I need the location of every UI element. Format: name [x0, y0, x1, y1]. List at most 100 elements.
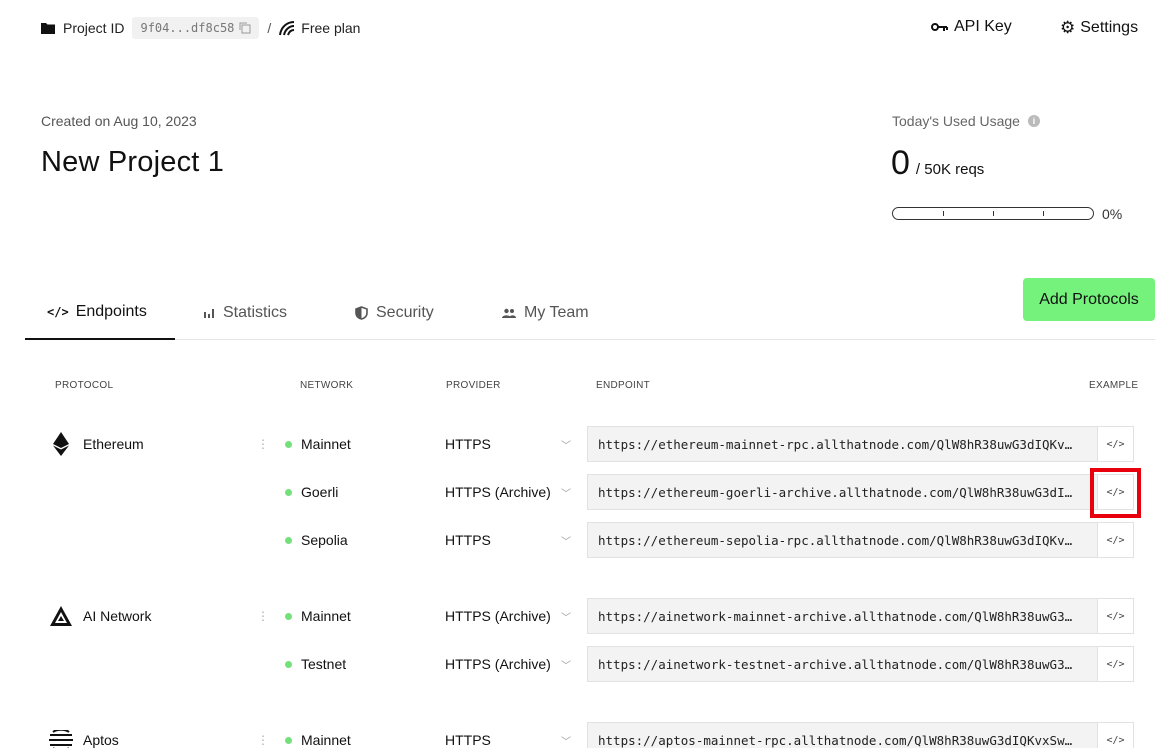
- usage-label-text: Today's Used Usage: [892, 113, 1020, 129]
- column-header-endpoint: ENDPOINT: [596, 380, 651, 391]
- tab-security[interactable]: Security: [355, 286, 434, 340]
- usage-label: Today's Used Usage i: [892, 113, 1040, 129]
- settings-button[interactable]: ⚙ Settings: [1060, 18, 1138, 38]
- network-cell: Mainnet: [285, 598, 351, 634]
- usage-progress-bar: [892, 207, 1094, 220]
- more-options-icon[interactable]: ⋮: [257, 722, 269, 748]
- protocol-cell: AI Network: [48, 598, 151, 634]
- network-cell: Mainnet: [285, 426, 351, 462]
- status-dot: [285, 440, 292, 448]
- more-options-icon[interactable]: ⋮: [257, 426, 269, 462]
- status-dot: [285, 736, 292, 744]
- provider-select[interactable]: HTTPS ﹀: [445, 426, 575, 462]
- tab-label: Security: [376, 304, 434, 321]
- chevron-down-icon: ﹀: [561, 536, 571, 548]
- progress-tick: [993, 211, 994, 216]
- gear-icon: ⚙: [1060, 18, 1076, 37]
- column-header-provider: PROVIDER: [446, 380, 501, 391]
- chevron-down-icon: ﹀: [561, 736, 571, 748]
- tab-label: My Team: [524, 304, 589, 321]
- status-dot: [285, 660, 292, 668]
- column-header-example: EXAMPLE: [1089, 380, 1139, 391]
- network-name: Mainnet: [301, 608, 351, 624]
- settings-label: Settings: [1080, 19, 1139, 36]
- status-dot: [285, 488, 292, 496]
- status-dot: [285, 612, 292, 620]
- protocol-name: Ethereum: [83, 436, 144, 452]
- page-title: New Project 1: [41, 146, 225, 178]
- tab-bar: </> Endpoints Statistics Security My Tea…: [25, 286, 1155, 340]
- protocol-cell: Aptos: [48, 722, 119, 748]
- project-id-value: 9f04...df8c58: [140, 21, 235, 35]
- usage-limit: / 50K reqs: [915, 161, 985, 178]
- chevron-down-icon: ﹀: [561, 440, 571, 452]
- endpoint-url[interactable]: https://aptos-mainnet-rpc.allthatnode.co…: [587, 722, 1098, 748]
- aptos-icon: [48, 728, 74, 748]
- folder-icon: [41, 23, 55, 34]
- provider-value: HTTPS (Archive): [445, 656, 551, 672]
- rainbow-icon: [279, 21, 295, 36]
- ai-network-icon: [48, 604, 74, 628]
- usage-percent: 0%: [1102, 206, 1123, 222]
- provider-select[interactable]: HTTPS (Archive) ﹀: [445, 646, 575, 682]
- endpoint-url[interactable]: https://ainetwork-mainnet-archive.alltha…: [587, 598, 1098, 634]
- provider-select[interactable]: HTTPS (Archive) ﹀: [445, 598, 575, 634]
- protocol-cell: Ethereum: [48, 426, 144, 462]
- progress-tick: [943, 211, 944, 216]
- code-example-button[interactable]: </>: [1097, 474, 1134, 510]
- api-key-button[interactable]: API Key: [931, 18, 1012, 36]
- endpoint-url[interactable]: https://ethereum-sepolia-rpc.allthatnode…: [587, 522, 1098, 558]
- breadcrumb: Project ID 9f04...df8c58 / Free plan: [41, 17, 360, 39]
- created-date: Created on Aug 10, 2023: [41, 113, 197, 129]
- network-cell: Mainnet: [285, 722, 351, 748]
- network-name: Goerli: [301, 484, 339, 500]
- provider-select[interactable]: HTTPS ﹀: [445, 522, 575, 558]
- endpoint-url[interactable]: https://ethereum-goerli-archive.allthatn…: [587, 474, 1098, 510]
- code-example-button[interactable]: </>: [1097, 646, 1134, 682]
- bar-chart-icon: [204, 309, 214, 318]
- provider-value: HTTPS: [445, 532, 491, 548]
- network-cell: Goerli: [285, 474, 338, 510]
- table-row: Goerli HTTPS (Archive) ﹀ https://ethereu…: [0, 474, 1162, 510]
- code-example-button[interactable]: </>: [1097, 522, 1134, 558]
- endpoint-url[interactable]: https://ethereum-mainnet-rpc.allthatnode…: [587, 426, 1098, 462]
- status-dot: [285, 536, 292, 544]
- add-protocols-button[interactable]: Add Protocols: [1023, 278, 1155, 321]
- table-row: AI Network ⋮ Mainnet HTTPS (Archive) ﹀ h…: [0, 598, 1162, 634]
- tab-my-team[interactable]: My Team: [502, 286, 589, 340]
- network-name: Mainnet: [301, 732, 351, 748]
- usage-count: 0: [891, 144, 910, 182]
- shield-icon: [355, 306, 368, 320]
- code-example-button[interactable]: </>: [1097, 598, 1134, 634]
- network-name: Sepolia: [301, 532, 348, 548]
- provider-value: HTTPS: [445, 732, 491, 748]
- key-icon: [931, 23, 948, 31]
- chevron-down-icon: ﹀: [561, 612, 571, 624]
- provider-value: HTTPS: [445, 436, 491, 452]
- code-icon: </>: [47, 305, 69, 319]
- plan-label[interactable]: Free plan: [301, 20, 360, 36]
- code-example-button[interactable]: </>: [1097, 426, 1134, 462]
- chevron-down-icon: ﹀: [561, 488, 571, 500]
- protocol-name: AI Network: [83, 608, 152, 624]
- more-options-icon[interactable]: ⋮: [257, 598, 269, 634]
- info-icon[interactable]: i: [1027, 115, 1040, 127]
- copy-icon[interactable]: [239, 22, 251, 34]
- code-example-button[interactable]: </>: [1097, 722, 1134, 748]
- usage-value: 0 / 50K reqs: [891, 144, 984, 183]
- api-key-label: API Key: [954, 18, 1012, 35]
- provider-select[interactable]: HTTPS ﹀: [445, 722, 575, 748]
- network-name: Mainnet: [301, 436, 351, 452]
- breadcrumb-separator: /: [267, 20, 272, 36]
- column-header-protocol: PROTOCOL: [55, 380, 114, 391]
- provider-select[interactable]: HTTPS (Archive) ﹀: [445, 474, 575, 510]
- project-id-chip[interactable]: 9f04...df8c58: [132, 17, 260, 39]
- provider-value: HTTPS (Archive): [445, 484, 551, 500]
- tab-statistics[interactable]: Statistics: [203, 286, 287, 340]
- tab-endpoints[interactable]: </> Endpoints: [25, 286, 175, 340]
- endpoint-url[interactable]: https://ainetwork-testnet-archive.alltha…: [587, 646, 1098, 682]
- table-row: Testnet HTTPS (Archive) ﹀ https://ainetw…: [0, 646, 1162, 682]
- progress-tick: [1043, 211, 1044, 216]
- provider-value: HTTPS (Archive): [445, 608, 551, 624]
- network-name: Testnet: [301, 656, 347, 672]
